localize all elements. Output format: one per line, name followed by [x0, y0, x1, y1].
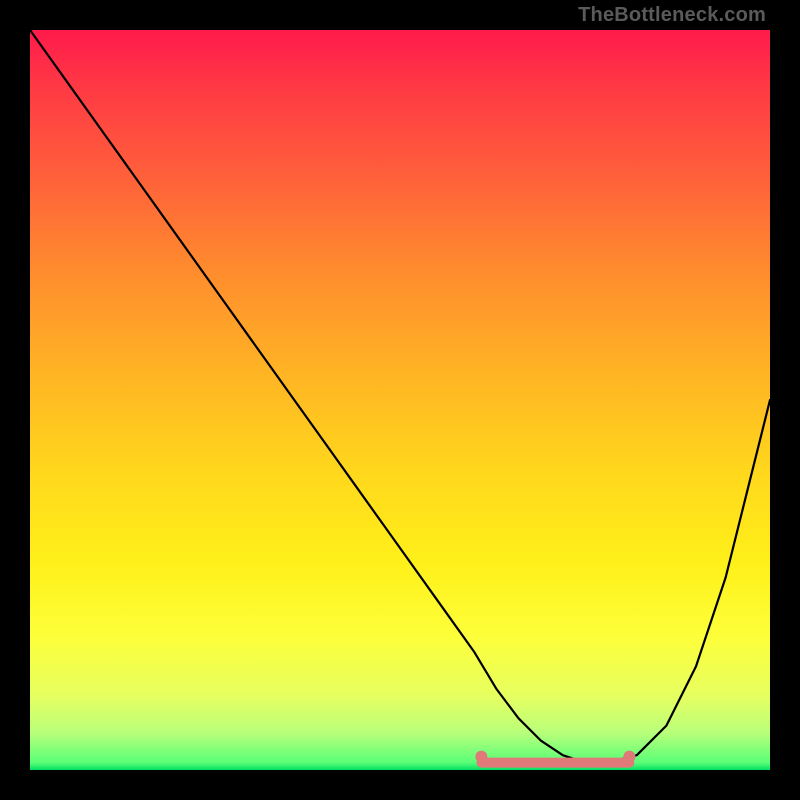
bottleneck-curve-path	[30, 30, 770, 763]
optimal-range-left-dot	[475, 751, 487, 763]
chart-svg	[30, 30, 770, 770]
chart-container: TheBottleneck.com	[0, 0, 800, 800]
watermark-text: TheBottleneck.com	[578, 4, 766, 27]
optimal-range-right-dot	[623, 751, 635, 763]
